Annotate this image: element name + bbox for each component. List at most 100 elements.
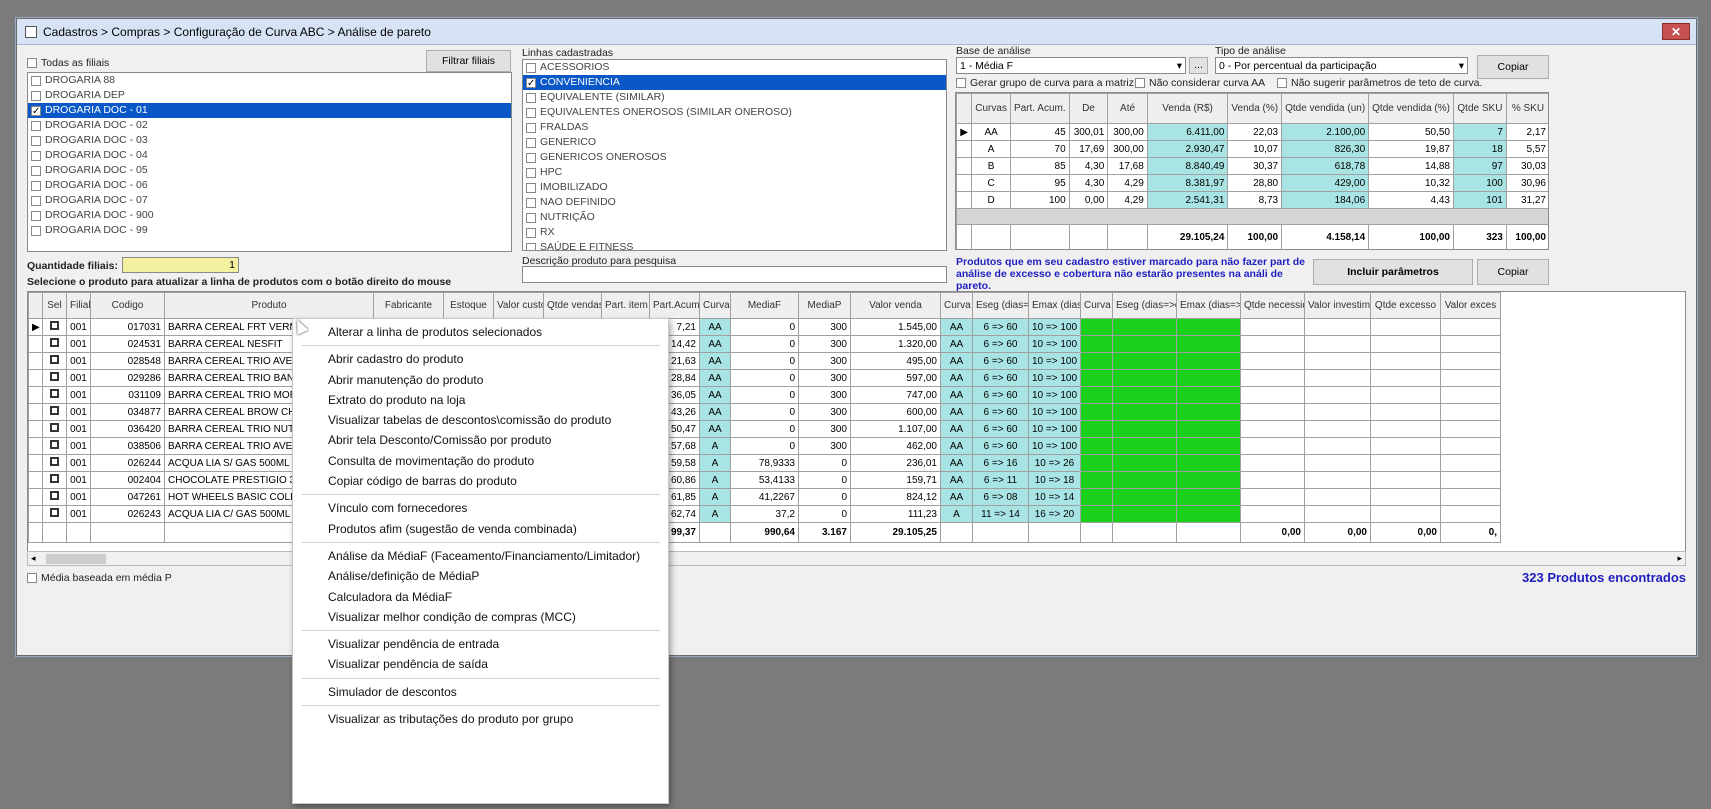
table-row[interactable]: 001 026243 ACQUA LIA C/ GAS 500ML 62,74 A 37,… bbox=[28, 505, 1501, 523]
curvas-row[interactable]: ▶ AA 45 300,01 300,00 6.411,00 22,03 2.100,00 50… bbox=[956, 123, 1548, 141]
opt-nao-sugerir[interactable]: Não sugerir parâmetros de teto de curva. bbox=[1277, 77, 1482, 89]
media-p-checkbox[interactable]: Média baseada em média P bbox=[27, 572, 172, 584]
linhas-item[interactable]: EQUIVALENTES ONEROSOS (SIMILAR ONEROSO) bbox=[523, 105, 946, 120]
filiais-item[interactable]: DROGARIA DOC - 03 bbox=[28, 133, 511, 148]
table-row[interactable]: 001 024531 BARRA CEREAL NESFIT 14,42 AA 0 300 1… bbox=[28, 335, 1501, 353]
context-menu-item[interactable]: Abrir cadastro do produto bbox=[293, 349, 668, 369]
produtos-grid-panel[interactable]: Sel Filial Codigo Produto Fabricante Estoque V… bbox=[27, 291, 1686, 566]
checkbox-icon[interactable] bbox=[526, 242, 536, 250]
linhas-item[interactable]: NAO DEFINIDO bbox=[523, 195, 946, 210]
search-input[interactable] bbox=[522, 266, 947, 283]
context-menu-item[interactable]: Consulta de movimentação do produto bbox=[293, 451, 668, 471]
checkbox-icon[interactable] bbox=[31, 195, 41, 206]
grid-col-header[interactable]: Eseg (dias=>qtde) bbox=[972, 292, 1029, 319]
produtos-grid[interactable]: Sel Filial Codigo Produto Fabricante Estoque V… bbox=[28, 292, 1501, 543]
filiais-item[interactable]: DROGARIA DOC - 02 bbox=[28, 118, 511, 133]
scroll-left-icon[interactable]: ◂ bbox=[31, 553, 36, 564]
grid-col-header[interactable]: MediaF bbox=[730, 292, 799, 319]
table-row[interactable]: 001 036420 BARRA CEREAL TRIO NUTS 50,47 AA 0 3… bbox=[28, 420, 1501, 438]
grid-col-header[interactable]: Codigo bbox=[90, 292, 165, 319]
linhas-item[interactable]: ACESSORIOS bbox=[523, 60, 946, 75]
row-select-checkbox[interactable] bbox=[42, 505, 67, 523]
row-select-checkbox[interactable] bbox=[42, 403, 67, 421]
filiais-item[interactable]: DROGARIA 88 bbox=[28, 73, 511, 88]
checkbox-icon[interactable] bbox=[50, 423, 59, 432]
grid-col-header[interactable]: MediaP bbox=[798, 292, 851, 319]
linhas-item[interactable]: HPC bbox=[523, 165, 946, 180]
scroll-thumb[interactable] bbox=[46, 554, 106, 564]
checkbox-icon[interactable] bbox=[526, 122, 536, 133]
filiais-item[interactable]: DROGARIA DEP bbox=[28, 88, 511, 103]
checkbox-icon[interactable] bbox=[50, 338, 59, 347]
context-menu-item[interactable]: Calculadora da MédiaF bbox=[293, 587, 668, 607]
row-select-checkbox[interactable] bbox=[42, 454, 67, 472]
table-row[interactable]: ▶001017031BARRA CEREAL FRT VERMNESTLE7,2… bbox=[28, 318, 1501, 336]
base-ellipsis-button[interactable]: ... bbox=[1189, 57, 1208, 74]
grid-col-header[interactable]: Part.Acum. bbox=[649, 292, 700, 319]
grid-col-header[interactable]: Eseg (dias=>qtde) bbox=[1112, 292, 1177, 319]
grid-col-header[interactable]: Curva bbox=[699, 292, 731, 319]
close-button[interactable]: ✕ bbox=[1662, 23, 1690, 40]
filtrar-filiais-button[interactable]: Filtrar filiais bbox=[426, 50, 511, 72]
checkbox-icon[interactable] bbox=[50, 321, 59, 330]
context-menu-item[interactable]: Extrato do produto na loja bbox=[293, 390, 668, 410]
table-row[interactable]: 001 031109 BARRA CEREAL TRIO MORA 36,05 AA 0 3… bbox=[28, 386, 1501, 404]
context-menu-item[interactable]: Visualizar pendência de saída bbox=[293, 654, 668, 674]
checkbox-icon[interactable] bbox=[31, 90, 41, 101]
linhas-list[interactable]: ACESSORIOS CONVENIENCIA EQUIVALENTE (SIMIL… bbox=[522, 59, 947, 251]
row-select-checkbox[interactable] bbox=[42, 352, 67, 370]
linhas-item[interactable]: SAÚDE E FITNESS bbox=[523, 240, 946, 250]
checkbox-icon[interactable] bbox=[50, 491, 59, 500]
linhas-item[interactable]: IMOBILIZADO bbox=[523, 180, 946, 195]
checkbox-icon[interactable] bbox=[31, 135, 41, 146]
grid-col-header[interactable]: Qtde excesso bbox=[1370, 292, 1441, 319]
table-row[interactable]: 001 038506 BARRA CEREAL TRIO AVELA 57,68 A 0 3… bbox=[28, 437, 1501, 455]
row-select-checkbox[interactable] bbox=[42, 386, 67, 404]
grid-col-header[interactable]: Part. item bbox=[601, 292, 650, 319]
copiar-button[interactable]: Copiar bbox=[1477, 55, 1549, 79]
grid-col-header[interactable]: Valor custo médio bbox=[493, 292, 544, 319]
checkbox-icon[interactable] bbox=[31, 75, 41, 86]
grid-col-header[interactable]: Emax (dias=>qtde) bbox=[1176, 292, 1241, 319]
filiais-item[interactable]: DROGARIA DOC - 900 bbox=[28, 208, 511, 223]
context-menu-item[interactable]: Visualizar as tributações do produto por… bbox=[293, 709, 668, 729]
row-select-checkbox[interactable] bbox=[42, 318, 67, 336]
grid-col-header[interactable]: Qtde necessidade bbox=[1240, 292, 1305, 319]
curvas-row[interactable]: D 100 0,00 4,29 2.541,31 8,73 184,06 4,43 101 31,… bbox=[956, 191, 1548, 209]
checkbox-icon[interactable] bbox=[50, 474, 59, 483]
checkbox-icon[interactable] bbox=[31, 225, 41, 236]
scroll-right-icon[interactable]: ▸ bbox=[1677, 553, 1682, 564]
curvas-row[interactable]: C 95 4,30 4,29 8.381,97 28,80 429,00 10,32 100 30… bbox=[956, 174, 1548, 192]
checkbox-icon[interactable] bbox=[526, 212, 536, 223]
grid-col-header[interactable]: Curva nova bbox=[1080, 292, 1113, 319]
linhas-item[interactable]: CONVENIENCIA bbox=[523, 75, 946, 91]
checkbox-icon[interactable] bbox=[526, 137, 536, 148]
context-menu-item[interactable]: Produtos afim (sugestão de venda combina… bbox=[293, 519, 668, 539]
linhas-item[interactable]: FRALDAS bbox=[523, 120, 946, 135]
checkbox-icon[interactable] bbox=[31, 120, 41, 131]
checkbox-icon[interactable] bbox=[526, 152, 536, 163]
checkbox-icon[interactable] bbox=[50, 372, 59, 381]
checkbox-icon[interactable] bbox=[50, 440, 59, 449]
table-row[interactable]: 001 028548 BARRA CEREAL TRIO AVELA 21,63 AA 0… bbox=[28, 352, 1501, 370]
linhas-item[interactable]: GENERICOS ONEROSOS bbox=[523, 150, 946, 165]
checkbox-icon[interactable] bbox=[526, 76, 536, 91]
row-select-checkbox[interactable] bbox=[42, 420, 67, 438]
curvas-row[interactable]: B 85 4,30 17,68 8.840,49 30,37 618,78 14,88 97 30… bbox=[956, 157, 1548, 175]
table-row[interactable]: 001 047261 HOT WHEELS BASIC COLLE 61,85 A 41,… bbox=[28, 488, 1501, 506]
checkbox-icon[interactable] bbox=[526, 62, 536, 73]
context-menu-item[interactable]: Copiar código de barras do produto bbox=[293, 471, 668, 491]
context-menu-item[interactable]: Abrir manutenção do produto bbox=[293, 370, 668, 390]
row-select-checkbox[interactable] bbox=[42, 471, 67, 489]
filiais-item[interactable]: DROGARIA DOC - 04 bbox=[28, 148, 511, 163]
table-row[interactable]: 001 026244 ACQUA LIA S/ GAS 500ML 59,58 A 78,… bbox=[28, 454, 1501, 472]
checkbox-icon[interactable] bbox=[31, 150, 41, 161]
table-row[interactable]: 001 002404 CHOCOLATE PRESTIGIO 33 60,86 A 53,… bbox=[28, 471, 1501, 489]
filiais-item[interactable]: DROGARIA DOC - 99 bbox=[28, 223, 511, 238]
grid-col-header[interactable]: Qtde vendas bbox=[543, 292, 602, 319]
grid-col-header[interactable]: Sel bbox=[42, 292, 67, 319]
horizontal-scrollbar[interactable]: ◂ ▸ bbox=[27, 551, 1686, 566]
checkbox-icon[interactable] bbox=[31, 165, 41, 176]
grid-col-header[interactable]: Curva bbox=[940, 292, 973, 319]
checkbox-icon[interactable] bbox=[31, 180, 41, 191]
